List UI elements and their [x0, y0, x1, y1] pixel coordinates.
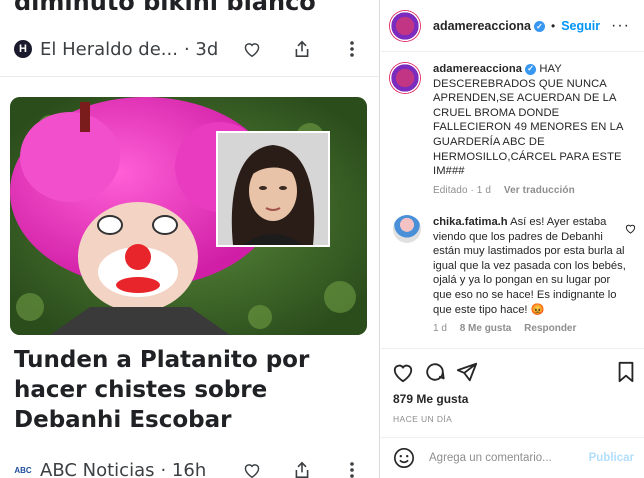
avatar[interactable] — [389, 9, 421, 42]
comment-username[interactable]: chika.fatima.h — [433, 216, 508, 228]
reply-button[interactable]: Responder — [524, 323, 576, 334]
comment-input[interactable] — [429, 452, 579, 464]
comment-likes[interactable]: 8 Me gusta — [460, 323, 512, 334]
main-headline[interactable]: Tunden a Platanito por hacer chistes sob… — [14, 345, 370, 435]
source-age: · 3d — [183, 38, 219, 60]
comment: chika.fatima.h Así es! Ayer estaba viend… — [393, 215, 643, 337]
comment-icon[interactable] — [424, 361, 446, 383]
verified-badge-icon: ✓ — [533, 20, 545, 32]
bottom-source-row: ABC ABC Noticias · 16h — [14, 457, 366, 478]
instagram-panel: adamereacciona ✓ • Seguir ··· adamereacci… — [381, 0, 644, 478]
post-header: adamereacciona ✓ • Seguir ··· — [381, 0, 644, 52]
follow-button[interactable]: Seguir — [561, 19, 600, 33]
publish-button[interactable]: Publicar — [589, 452, 634, 464]
comment-meta: 1 d 8 Me gusta Responder — [433, 322, 626, 337]
heart-icon[interactable] — [242, 460, 262, 478]
action-bar — [381, 348, 644, 392]
caption: adamereacciona ✓ HAY DESCEREBRADOS QUE NU… — [389, 62, 639, 198]
more-vertical-icon[interactable] — [342, 460, 362, 478]
source-name[interactable]: El Heraldo de... — [40, 39, 178, 60]
heart-icon[interactable] — [242, 39, 262, 59]
comment-age: 1 d — [433, 323, 447, 335]
bookmark-icon[interactable] — [615, 361, 637, 383]
heart-icon[interactable] — [625, 223, 636, 234]
verified-badge-icon: ✓ — [525, 63, 537, 75]
send-icon[interactable] — [456, 361, 478, 383]
more-options-icon[interactable]: ··· — [611, 17, 630, 35]
heraldo-logo-icon: H — [14, 40, 32, 58]
more-vertical-icon[interactable] — [342, 39, 362, 59]
edited-label: Editado · 1 d — [433, 184, 492, 196]
header-username[interactable]: adamereacciona ✓ — [433, 19, 545, 33]
avatar[interactable] — [389, 62, 421, 94]
add-comment-row: Publicar — [381, 437, 644, 478]
share-icon[interactable] — [292, 39, 312, 59]
caption-username[interactable]: adamereacciona ✓ — [433, 63, 537, 75]
source-age: · 16h — [160, 459, 207, 478]
likes-count[interactable]: 879 Me gusta — [393, 392, 468, 406]
top-source-row: H El Heraldo de... · 3d — [14, 36, 366, 62]
share-icon[interactable] — [292, 460, 312, 478]
translate-link[interactable]: Ver traducción — [504, 185, 575, 196]
caption-meta: Editado · 1 d Ver traducción — [433, 184, 633, 199]
comments-section[interactable]: adamereacciona ✓ HAY DESCEREBRADOS QUE NU… — [381, 53, 644, 346]
avatar[interactable] — [393, 215, 421, 243]
news-panel: diminuto bikini blanco H El Heraldo de..… — [0, 0, 380, 478]
separator: • — [550, 18, 556, 33]
comment-text: Así es! Ayer estaba viendo que los padre… — [433, 216, 626, 316]
caption-text: HAY DESCEREBRADOS QUE NUNCA APRENDEN,SE … — [433, 63, 623, 178]
post-time: HACE UN DÍA — [393, 414, 453, 424]
inset-photo — [216, 131, 330, 247]
top-headline[interactable]: diminuto bikini blanco — [14, 0, 316, 16]
divider — [0, 76, 379, 77]
abc-logo-icon: ABC — [14, 465, 32, 475]
source-name[interactable]: ABC Noticias — [40, 460, 154, 478]
emoji-icon[interactable] — [393, 447, 415, 469]
heart-icon[interactable] — [392, 361, 414, 383]
